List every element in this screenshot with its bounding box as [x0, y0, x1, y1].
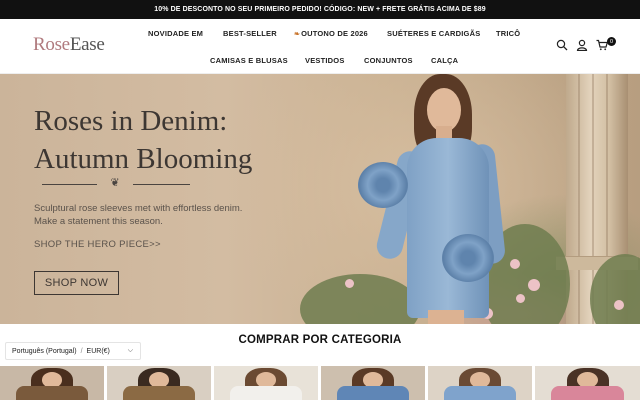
hero-divider-right: [133, 184, 190, 185]
hero-title-line2: Autumn Blooming: [34, 143, 253, 175]
nav-item-trico[interactable]: TRICÔ: [496, 29, 520, 38]
search-icon[interactable]: [556, 39, 568, 51]
promo-text: 10% DE DESCONTO NO SEU PRIMEIRO PEDIDO! …: [154, 6, 486, 13]
nav-item-outono-label: OUTONO DE 2026: [301, 29, 368, 38]
nav-item-conjuntos[interactable]: CONJUNTOS: [364, 56, 413, 65]
nav-item-calca[interactable]: CALÇA: [431, 56, 458, 65]
thumb-garment: [443, 386, 517, 400]
category-thumb[interactable]: [214, 366, 318, 400]
rose-sleeve-cuff: [442, 234, 494, 282]
hero-divider-left: [42, 184, 97, 185]
hero-subtitle-line2: Make a statement this season.: [34, 216, 163, 227]
nav-item-camisas[interactable]: CAMISAS E BLUSAS: [210, 56, 288, 65]
category-thumb[interactable]: [321, 366, 425, 400]
hero-banner[interactable]: Roses in Denim: Autumn Blooming ❦ Sculpt…: [0, 74, 640, 324]
hero-subtitle-line1: Sculptural rose sleeves met with effortl…: [34, 203, 243, 214]
promo-banner: 10% DE DESCONTO NO SEU PRIMEIRO PEDIDO! …: [0, 0, 640, 19]
category-thumb[interactable]: [107, 366, 211, 400]
thumb-garment: [336, 386, 410, 400]
cart-count-badge: 0: [607, 37, 616, 46]
chevron-down-icon: ⌵: [127, 347, 133, 354]
logo-rose: Rose: [33, 34, 70, 55]
hero-subtitle: Sculptural rose sleeves met with effortl…: [34, 202, 284, 228]
nav-item-sueteres[interactable]: SUÉTERES E CARDIGÃS: [387, 29, 480, 38]
logo[interactable]: RoseEase: [33, 34, 105, 56]
hero-title-line1: Roses in Denim:: [34, 105, 228, 137]
hero-shrub: [300, 274, 420, 324]
maple-leaf-icon: ❧: [294, 31, 301, 38]
hero-rose: [614, 300, 624, 310]
category-thumb[interactable]: [0, 366, 104, 400]
logo-ease: Ease: [69, 34, 105, 55]
thumb-garment: [122, 386, 196, 400]
shop-hero-piece-link[interactable]: SHOP THE HERO PIECE>>: [34, 239, 161, 250]
pillar-flute: [578, 74, 580, 324]
hero-rose: [516, 294, 525, 303]
category-thumb[interactable]: [535, 366, 640, 400]
nav-item-best-seller[interactable]: BEST-SELLER: [223, 29, 277, 38]
nav-item-vestidos[interactable]: VESTIDOS: [305, 56, 345, 65]
hero-rose: [510, 259, 520, 269]
category-thumb[interactable]: [428, 366, 532, 400]
nav-item-outono[interactable]: ❧OUTONO DE 2026: [294, 29, 368, 38]
language-label: Português (Portugal): [12, 347, 77, 355]
shop-now-button[interactable]: SHOP NOW: [34, 271, 119, 295]
currency-label: EUR(€): [86, 347, 110, 355]
denim-dress: [407, 138, 489, 318]
model-legs: [428, 310, 464, 324]
hero-rose: [528, 279, 540, 291]
thumb-garment: [550, 386, 625, 400]
hero-title: Roses in Denim: Autumn Blooming: [34, 102, 374, 178]
locale-separator: /: [80, 347, 83, 355]
site-header: RoseEase NOVIDADE EM BEST-SELLER ❧OUTONO…: [0, 19, 640, 74]
nav-item-novidade[interactable]: NOVIDADE EM: [148, 29, 203, 38]
thumb-garment: [229, 386, 303, 400]
hero-rose: [345, 279, 354, 288]
locale-selector[interactable]: Português (Portugal) / EUR(€) ⌵: [5, 342, 141, 360]
user-icon[interactable]: [576, 39, 588, 51]
thumb-garment: [15, 386, 89, 400]
flourish-icon: ❦: [110, 177, 120, 189]
